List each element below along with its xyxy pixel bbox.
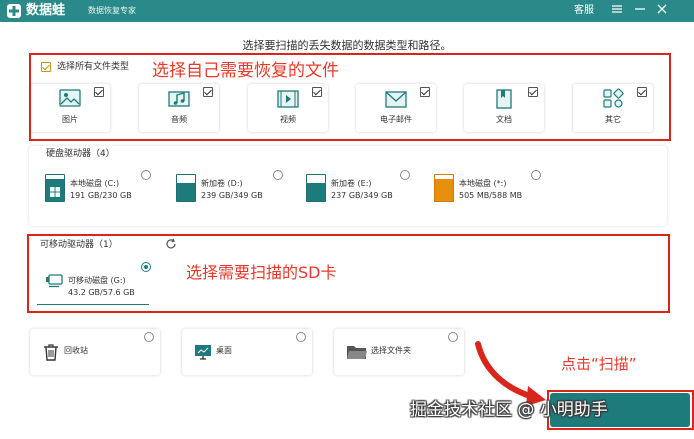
drive-capacity: 505 MB/588 MB [459,191,523,200]
location-label: 回收站 [64,346,88,355]
hard-drive-icon [306,174,326,202]
drive-name: 本地磁盘 (*:) [459,179,507,188]
drive-c-radio[interactable] [141,170,151,180]
drive-d-radio[interactable] [273,170,283,180]
drive-name: 本地磁盘 (C:) [70,179,120,188]
annotation-box-file-types [29,53,671,141]
page-heading: 选择要扫描的丢失数据的数据类型和路径。 [242,39,452,52]
location-select-folder[interactable]: 选择文件夹 [334,329,464,375]
drive-star-radio[interactable] [531,170,541,180]
drive-capacity: 191 GB/230 GB [70,191,132,200]
minimize-icon[interactable] [634,2,646,14]
hard-drive-icon [45,174,65,202]
title-bar: 数据蛙 数据恢复专家 客服 [0,0,694,22]
location-desktop[interactable]: 桌面 [182,329,312,375]
drive-e-radio[interactable] [400,170,410,180]
location-radio[interactable] [448,332,458,342]
drive-usage-fill [307,183,325,201]
location-recycle-bin[interactable]: 回收站 [30,329,160,375]
app-subtitle: 数据恢复专家 [88,6,136,15]
hard-drive-icon [176,174,196,202]
location-radio[interactable] [296,332,306,342]
menu-icon[interactable] [611,3,623,15]
drive-usage-fill [435,178,453,201]
app-logo-icon [7,4,21,18]
drive-name: 新加卷 (D:) [201,179,243,188]
location-radio[interactable] [144,332,154,342]
app-name: 数据蛙 [26,3,66,18]
customer-service-button[interactable]: 客服 [574,4,594,18]
drive-name: 新加卷 (E:) [331,179,372,188]
annotation-click-scan: 点击“扫描” [561,355,637,373]
folder-icon [347,346,367,359]
drive-capacity: 237 GB/349 GB [331,191,393,200]
hard-drive-icon [434,174,454,202]
drive-usage-fill [177,183,195,201]
location-label: 桌面 [216,346,232,355]
watermark: 掘金技术社区 @ 小明助手 [410,400,608,420]
drive-capacity: 239 GB/349 GB [201,191,263,200]
location-label: 选择文件夹 [371,346,411,355]
windows-logo-icon [50,187,60,197]
desktop-icon [195,345,211,360]
close-icon[interactable] [656,3,668,15]
hard-drive-section-title: 硬盘驱动器（4） [46,149,115,159]
recycle-bin-icon [44,344,58,361]
annotation-box-sd-card [27,234,670,313]
